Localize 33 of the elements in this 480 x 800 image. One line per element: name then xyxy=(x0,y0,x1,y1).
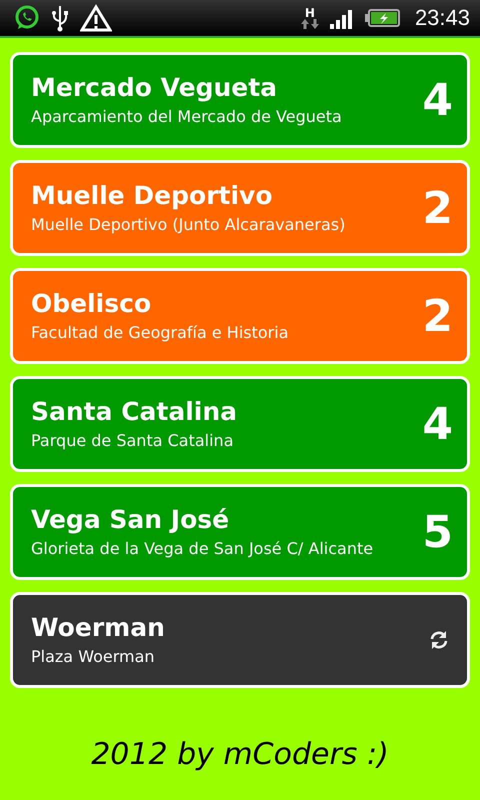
signal-icon xyxy=(328,7,355,29)
refresh-icon xyxy=(429,630,449,650)
parking-name: Vega San José xyxy=(31,505,230,535)
parking-name: Muelle Deportivo xyxy=(31,181,274,211)
parking-name: Obelisco xyxy=(31,289,152,319)
warning-icon xyxy=(80,4,112,32)
parking-card[interactable]: Woerman Plaza Woerman xyxy=(10,592,470,688)
parking-address: Muelle Deportivo (Junto Alcaravaneras) xyxy=(31,215,346,235)
parking-address: Parque de Santa Catalina xyxy=(31,431,234,451)
usb-icon xyxy=(50,4,70,32)
network-type: H xyxy=(304,7,315,19)
footer-credit: 2012 by mCoders :) xyxy=(91,736,389,772)
parking-name: Mercado Vegueta xyxy=(31,73,278,103)
data-arrows-icon xyxy=(300,19,319,29)
parking-card[interactable]: Santa Catalina Parque de Santa Catalina 4 xyxy=(10,376,470,472)
free-spaces-count: 2 xyxy=(422,182,453,234)
parking-name: Woerman xyxy=(31,613,166,643)
free-spaces-count: 5 xyxy=(422,506,453,558)
parking-card[interactable]: Vega San José Glorieta de la Vega de San José C/ Alicante 5 xyxy=(10,484,470,580)
parking-name: Santa Catalina xyxy=(31,397,238,427)
parking-address: Plaza Woerman xyxy=(31,647,156,667)
parking-card[interactable]: Obelisco Facultad de Geografía e Historia 2 xyxy=(10,268,470,364)
parking-card[interactable]: Muelle Deportivo Muelle Deportivo (Junto Alcaravaneras) 2 xyxy=(10,160,470,256)
parking-address: Aparcamiento del Mercado de Vegueta xyxy=(31,107,343,127)
parking-address: Glorieta de la Vega de San José C/ Alicante xyxy=(31,539,374,559)
free-spaces-count: 2 xyxy=(422,290,453,342)
free-spaces-count: 4 xyxy=(422,74,453,126)
parking-card[interactable]: Mercado Vegueta Aparcamiento del Mercado de Vegueta 4 xyxy=(10,52,470,148)
parking-address: Facultad de Geografía e Historia xyxy=(31,323,290,343)
chat-icon xyxy=(14,5,40,31)
clock: 23:43 xyxy=(414,5,470,31)
battery-charging-icon xyxy=(364,8,401,28)
free-spaces-count: 4 xyxy=(422,398,453,450)
